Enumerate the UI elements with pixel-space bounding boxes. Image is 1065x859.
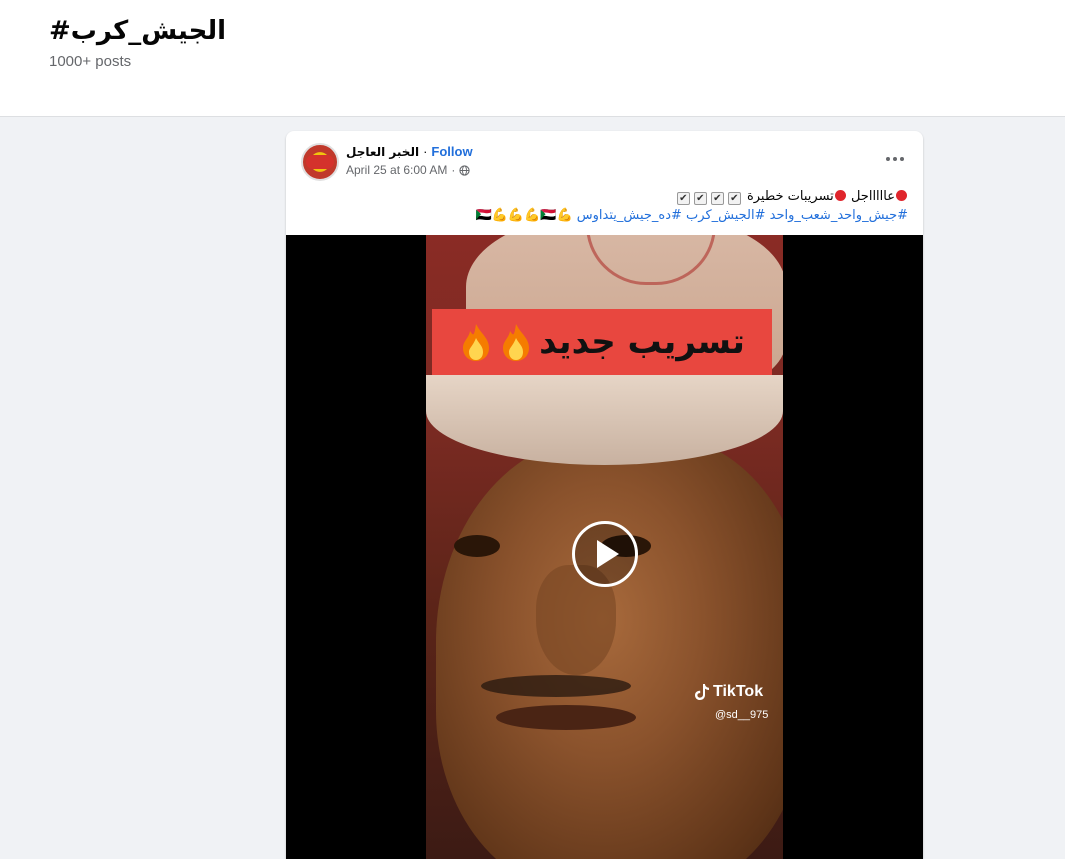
tiktok-brand: TikTok — [713, 683, 764, 700]
fire-icon — [503, 324, 530, 361]
follow-button[interactable]: Follow — [431, 144, 472, 159]
meta-separator: · — [451, 163, 456, 177]
post-header: الخبر العاجل · Follow — [346, 144, 473, 159]
page-avatar[interactable] — [301, 143, 339, 181]
checkmark-icon: ✔ — [710, 192, 724, 205]
avatar-logo — [306, 155, 334, 169]
hashtag-header: #الجيش_كرب 1000+ posts — [0, 0, 1065, 117]
header-separator: · — [423, 144, 428, 159]
more-options-icon[interactable] — [881, 145, 909, 173]
page-name-link[interactable]: الخبر العاجل — [346, 145, 419, 159]
caption-line-1: عاااااجل تسريبات خطيرة ✔✔✔✔ — [308, 187, 908, 206]
banner-text: تسريب جديد — [539, 322, 745, 362]
red-circle-icon — [896, 190, 907, 201]
tiktok-handle: @sd__975 — [715, 709, 769, 721]
fire-icon — [463, 324, 490, 361]
caption-hashtags[interactable]: #جيش_واحد_شعب_واحد #الجيش_كرب #ده_جيش_يت… — [308, 206, 908, 225]
caption-urgent-text: عاااااجل — [850, 189, 895, 204]
red-circle-icon — [834, 190, 846, 201]
tiktok-watermark: TikTok — [694, 683, 763, 701]
checkmark-icon: ✔ — [693, 192, 707, 205]
caption-leaks-text: تسريبات خطيرة — [746, 189, 834, 204]
post-meta: April 25 at 6:00 AM · — [346, 163, 471, 177]
checkmark-icon: ✔ — [676, 192, 690, 205]
post-count: 1000+ posts — [49, 53, 132, 70]
video-player[interactable]: تسريب جديد TikTok @sd__975 — [286, 235, 923, 859]
post-caption: عاااااجل تسريبات خطيرة ✔✔✔✔ #جيش_واحد_شع… — [308, 187, 908, 225]
post-card: الخبر العاجل · Follow April 25 at 6:00 A… — [286, 131, 923, 859]
play-icon[interactable] — [572, 521, 638, 587]
post-timestamp[interactable]: April 25 at 6:00 AM — [346, 163, 447, 177]
globe-icon — [459, 164, 471, 176]
video-banner: تسريب جديد — [432, 309, 772, 375]
hashtag-title: #الجيش_كرب — [49, 16, 226, 46]
checkmark-icon: ✔ — [727, 192, 741, 205]
tiktok-icon — [695, 684, 709, 700]
